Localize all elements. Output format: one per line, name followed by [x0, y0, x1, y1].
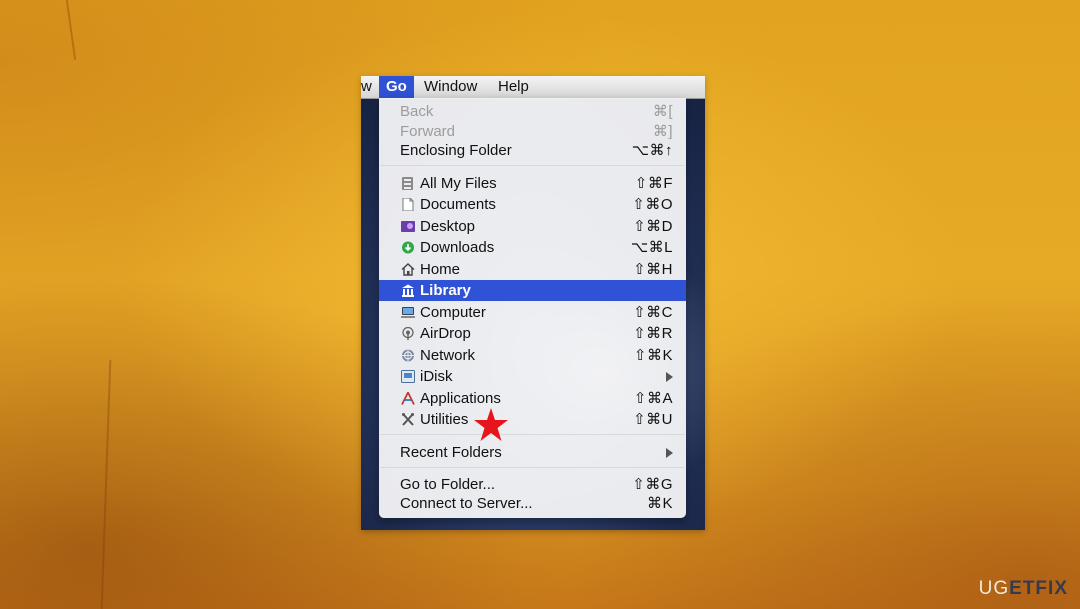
logo-text-ug: UG: [978, 578, 1010, 599]
menu-bar: w Go Window Help: [361, 76, 705, 99]
menu-item-shortcut: ⌥⌘L: [630, 239, 673, 256]
menu-item-library[interactable]: Library: [379, 280, 686, 301]
desktop-icon: [401, 220, 415, 233]
home-icon: [401, 263, 415, 276]
menu-item-shortcut: ⇧⌘K: [633, 347, 673, 364]
menu-item-label: AirDrop: [420, 325, 471, 342]
menu-item-label: Desktop: [420, 218, 476, 235]
menu-item-label: iDisk: [420, 368, 453, 385]
menu-item-shortcut: ⇧⌘A: [633, 390, 673, 407]
menu-item-recent-folders[interactable]: Recent Folders: [379, 442, 686, 463]
menu-item-shortcut: ⌥⌘↑: [631, 142, 673, 159]
menu-item-label: Recent Folders: [400, 444, 502, 461]
computer-icon: [401, 306, 415, 319]
menu-item-label: Utilities: [420, 411, 469, 428]
all-my-files-icon: [401, 177, 415, 190]
utilities-icon: [401, 413, 415, 426]
applications-icon: [401, 392, 415, 405]
menu-item-label: All My Files: [420, 175, 497, 192]
menu-item-enclosing-folder[interactable]: Enclosing Folder ⌥⌘↑: [379, 140, 686, 161]
menu-item-label: Applications: [420, 390, 501, 407]
menu-item-shortcut: ⇧⌘D: [633, 218, 673, 235]
logo-text-etfix: ETFIX: [1009, 578, 1068, 599]
menu-item-downloads[interactable]: Downloads ⌥⌘L: [379, 237, 686, 258]
menubar-item-help[interactable]: Help: [491, 76, 536, 98]
menu-item-connect-to-server[interactable]: Connect to Server... ⌘K: [379, 493, 686, 514]
menu-separator: [380, 165, 685, 166]
background-crack: [65, 0, 77, 60]
menu-item-label: Home: [420, 261, 461, 278]
menu-item-airdrop[interactable]: AirDrop ⇧⌘R: [379, 323, 686, 344]
submenu-arrow-icon: [666, 372, 673, 382]
submenu-arrow-icon: [666, 448, 673, 458]
menu-item-home[interactable]: Home ⇧⌘H: [379, 259, 686, 280]
menu-item-utilities[interactable]: Utilities ⇧⌘U: [379, 409, 686, 430]
menu-item-shortcut: ⇧⌘C: [633, 304, 673, 321]
menu-separator: [380, 434, 685, 435]
menu-item-shortcut: ⇧⌘U: [633, 411, 673, 428]
red-star-marker: [474, 408, 508, 441]
menu-item-forward[interactable]: Forward ⌘]: [379, 121, 686, 142]
menu-item-shortcut: ⇧⌘G: [632, 476, 673, 493]
menu-item-all-my-files[interactable]: All My Files ⇧⌘F: [379, 173, 686, 194]
menu-item-shortcut: ⌘[: [652, 103, 673, 120]
menu-item-label: Forward: [400, 123, 456, 140]
idisk-icon: [401, 370, 415, 383]
menu-item-computer[interactable]: Computer ⇧⌘C: [379, 302, 686, 323]
menu-item-label: Back: [400, 103, 434, 120]
menu-separator: [380, 467, 685, 468]
airdrop-icon: [401, 327, 415, 340]
menu-item-idisk[interactable]: iDisk: [379, 366, 686, 387]
menu-item-label: Enclosing Folder: [400, 142, 512, 159]
network-icon: [401, 349, 415, 362]
downloads-icon: [401, 241, 415, 254]
menu-item-label: Documents: [420, 196, 496, 213]
background-crack: [100, 360, 112, 609]
documents-icon: [401, 198, 415, 211]
menu-item-shortcut: ⇧⌘H: [633, 261, 673, 278]
menu-item-network[interactable]: Network ⇧⌘K: [379, 345, 686, 366]
menu-item-go-to-folder[interactable]: Go to Folder... ⇧⌘G: [379, 474, 686, 495]
ugetfix-logo: UGETFIX: [979, 578, 1068, 600]
menu-item-label: Computer: [420, 304, 486, 321]
menubar-item-view-partial[interactable]: w: [361, 76, 379, 98]
menu-item-label: Go to Folder...: [400, 476, 496, 493]
menu-item-shortcut: ⇧⌘F: [634, 175, 673, 192]
menubar-item-window[interactable]: Window: [417, 76, 484, 98]
menu-item-shortcut: ⌘K: [646, 495, 673, 512]
menubar-item-go[interactable]: Go: [379, 76, 414, 98]
mac-screenshot: w Go Window Help Back ⌘[ Forward ⌘] Encl…: [361, 76, 705, 530]
menu-item-back[interactable]: Back ⌘[: [379, 101, 686, 122]
menu-item-shortcut: ⌘]: [652, 123, 673, 140]
menu-item-applications[interactable]: Applications ⇧⌘A: [379, 388, 686, 409]
menu-item-label: Library: [420, 282, 471, 299]
menu-item-label: Connect to Server...: [400, 495, 533, 512]
menu-item-label: Downloads: [420, 239, 495, 256]
menu-item-shortcut: ⇧⌘O: [632, 196, 673, 213]
library-icon: [401, 284, 415, 297]
go-menu: Back ⌘[ Forward ⌘] Enclosing Folder ⌥⌘↑ …: [379, 98, 686, 518]
menu-item-documents[interactable]: Documents ⇧⌘O: [379, 194, 686, 215]
menu-item-desktop[interactable]: Desktop ⇧⌘D: [379, 216, 686, 237]
menu-item-shortcut: ⇧⌘R: [633, 325, 673, 342]
menu-item-label: Network: [420, 347, 476, 364]
